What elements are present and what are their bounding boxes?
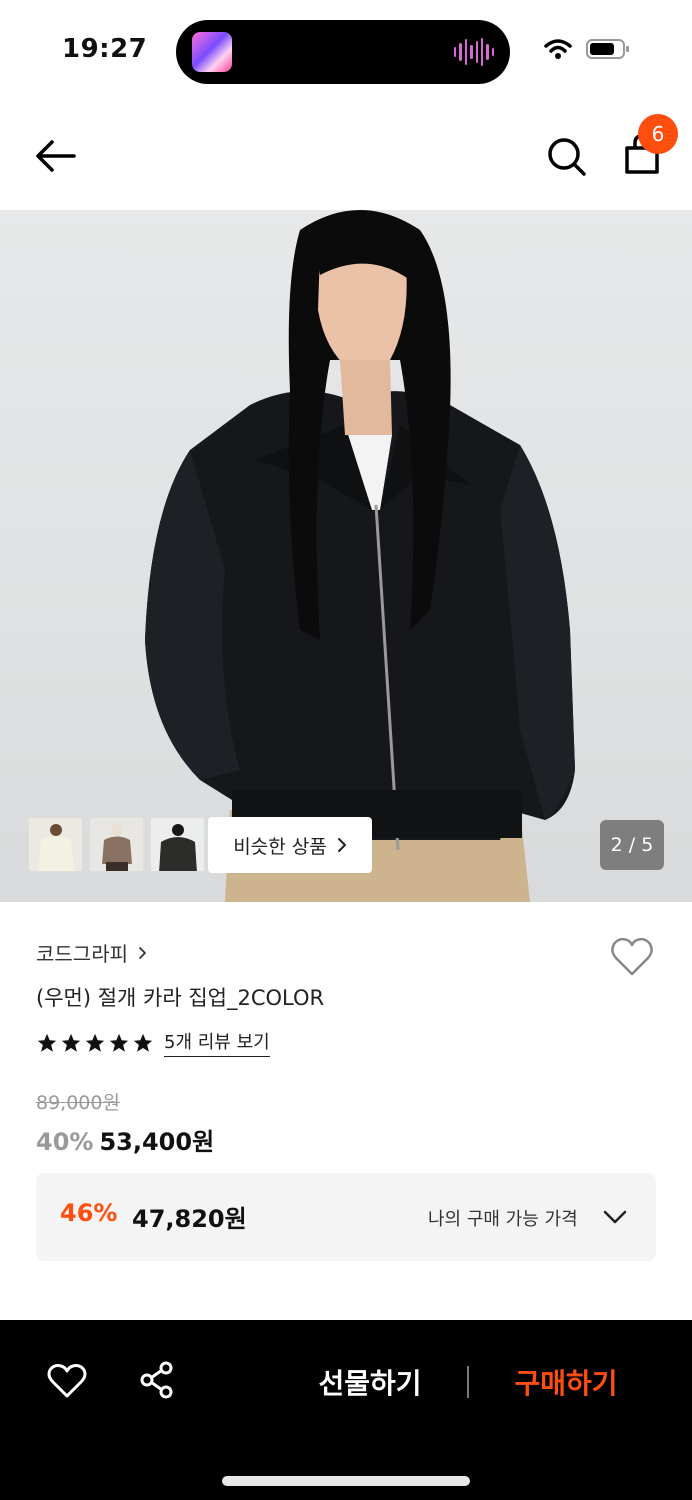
top-nav <box>0 100 692 210</box>
now-playing-artwork <box>192 32 232 72</box>
price-row: 40% 53,400원 <box>36 1122 214 1157</box>
status-bar: 19:27 <box>0 0 692 100</box>
chevron-right-icon <box>139 946 146 959</box>
audio-waveform-icon <box>454 37 494 67</box>
thumbnail-3[interactable] <box>150 817 205 872</box>
share-button[interactable] <box>138 1360 176 1400</box>
cart-count-badge: 6 <box>638 114 678 154</box>
discount-rate: 40% <box>36 1128 94 1156</box>
brand-link[interactable]: 코드그라피 <box>36 938 147 967</box>
star-icon <box>133 1033 153 1052</box>
heart-outline-icon <box>611 937 653 976</box>
search-icon <box>548 138 586 176</box>
star-icon <box>85 1033 105 1052</box>
my-price-panel[interactable]: 46% 47,820원 나의 구매 가능 가격 <box>36 1173 656 1261</box>
status-time: 19:27 <box>62 34 148 64</box>
similar-products-label: 비슷한 상품 <box>233 835 327 858</box>
arrow-left-icon <box>36 140 76 172</box>
chevron-down-icon <box>603 1210 627 1224</box>
original-price: 89,000원 <box>36 1092 120 1114</box>
thumbnail-1[interactable] <box>28 817 83 872</box>
wishlist-button[interactable] <box>608 934 656 980</box>
back-button[interactable] <box>30 134 82 178</box>
similar-products-button[interactable]: 비슷한 상품 <box>208 817 372 873</box>
review-link[interactable]: 5개 리뷰 보기 <box>164 1028 270 1057</box>
thumbnail-image <box>90 818 143 871</box>
my-discount-rate: 46% <box>60 1199 118 1227</box>
home-indicator[interactable] <box>222 1476 470 1486</box>
battery-icon <box>586 39 629 59</box>
wifi-icon <box>544 39 572 59</box>
product-photo <box>145 210 575 902</box>
star-icon <box>37 1033 57 1052</box>
my-price: 47,820원 <box>132 1205 247 1233</box>
status-icons <box>544 38 630 60</box>
image-page-indicator: 2 / 5 <box>600 820 664 870</box>
rating-stars <box>36 1032 154 1054</box>
star-icon <box>109 1033 129 1052</box>
sale-price: 53,400원 <box>99 1128 215 1156</box>
brand-name: 코드그라피 <box>36 942 128 966</box>
my-price-label: 나의 구매 가능 가격 <box>428 1209 578 1230</box>
star-icon <box>61 1033 81 1052</box>
bottom-divider <box>467 1366 469 1398</box>
bottom-wishlist-button[interactable] <box>46 1362 88 1400</box>
product-image[interactable] <box>0 210 692 902</box>
gift-button[interactable]: 선물하기 <box>300 1362 440 1402</box>
thumbnail-strip <box>28 817 205 872</box>
heart-outline-icon <box>47 1364 87 1398</box>
dynamic-island[interactable] <box>176 20 510 84</box>
buy-button[interactable]: 구매하기 <box>496 1362 636 1402</box>
thumbnail-2[interactable] <box>89 817 144 872</box>
chevron-right-icon <box>337 838 346 852</box>
thumbnail-image <box>29 818 82 871</box>
bottom-action-bar: 선물하기 구매하기 <box>0 1320 692 1500</box>
search-button[interactable] <box>544 134 590 180</box>
product-name: (우먼) 절개 카라 집업_2COLOR <box>36 986 325 1010</box>
rating-row: 5개 리뷰 보기 <box>36 1028 270 1057</box>
share-icon <box>140 1361 173 1399</box>
thumbnail-image <box>151 818 204 871</box>
